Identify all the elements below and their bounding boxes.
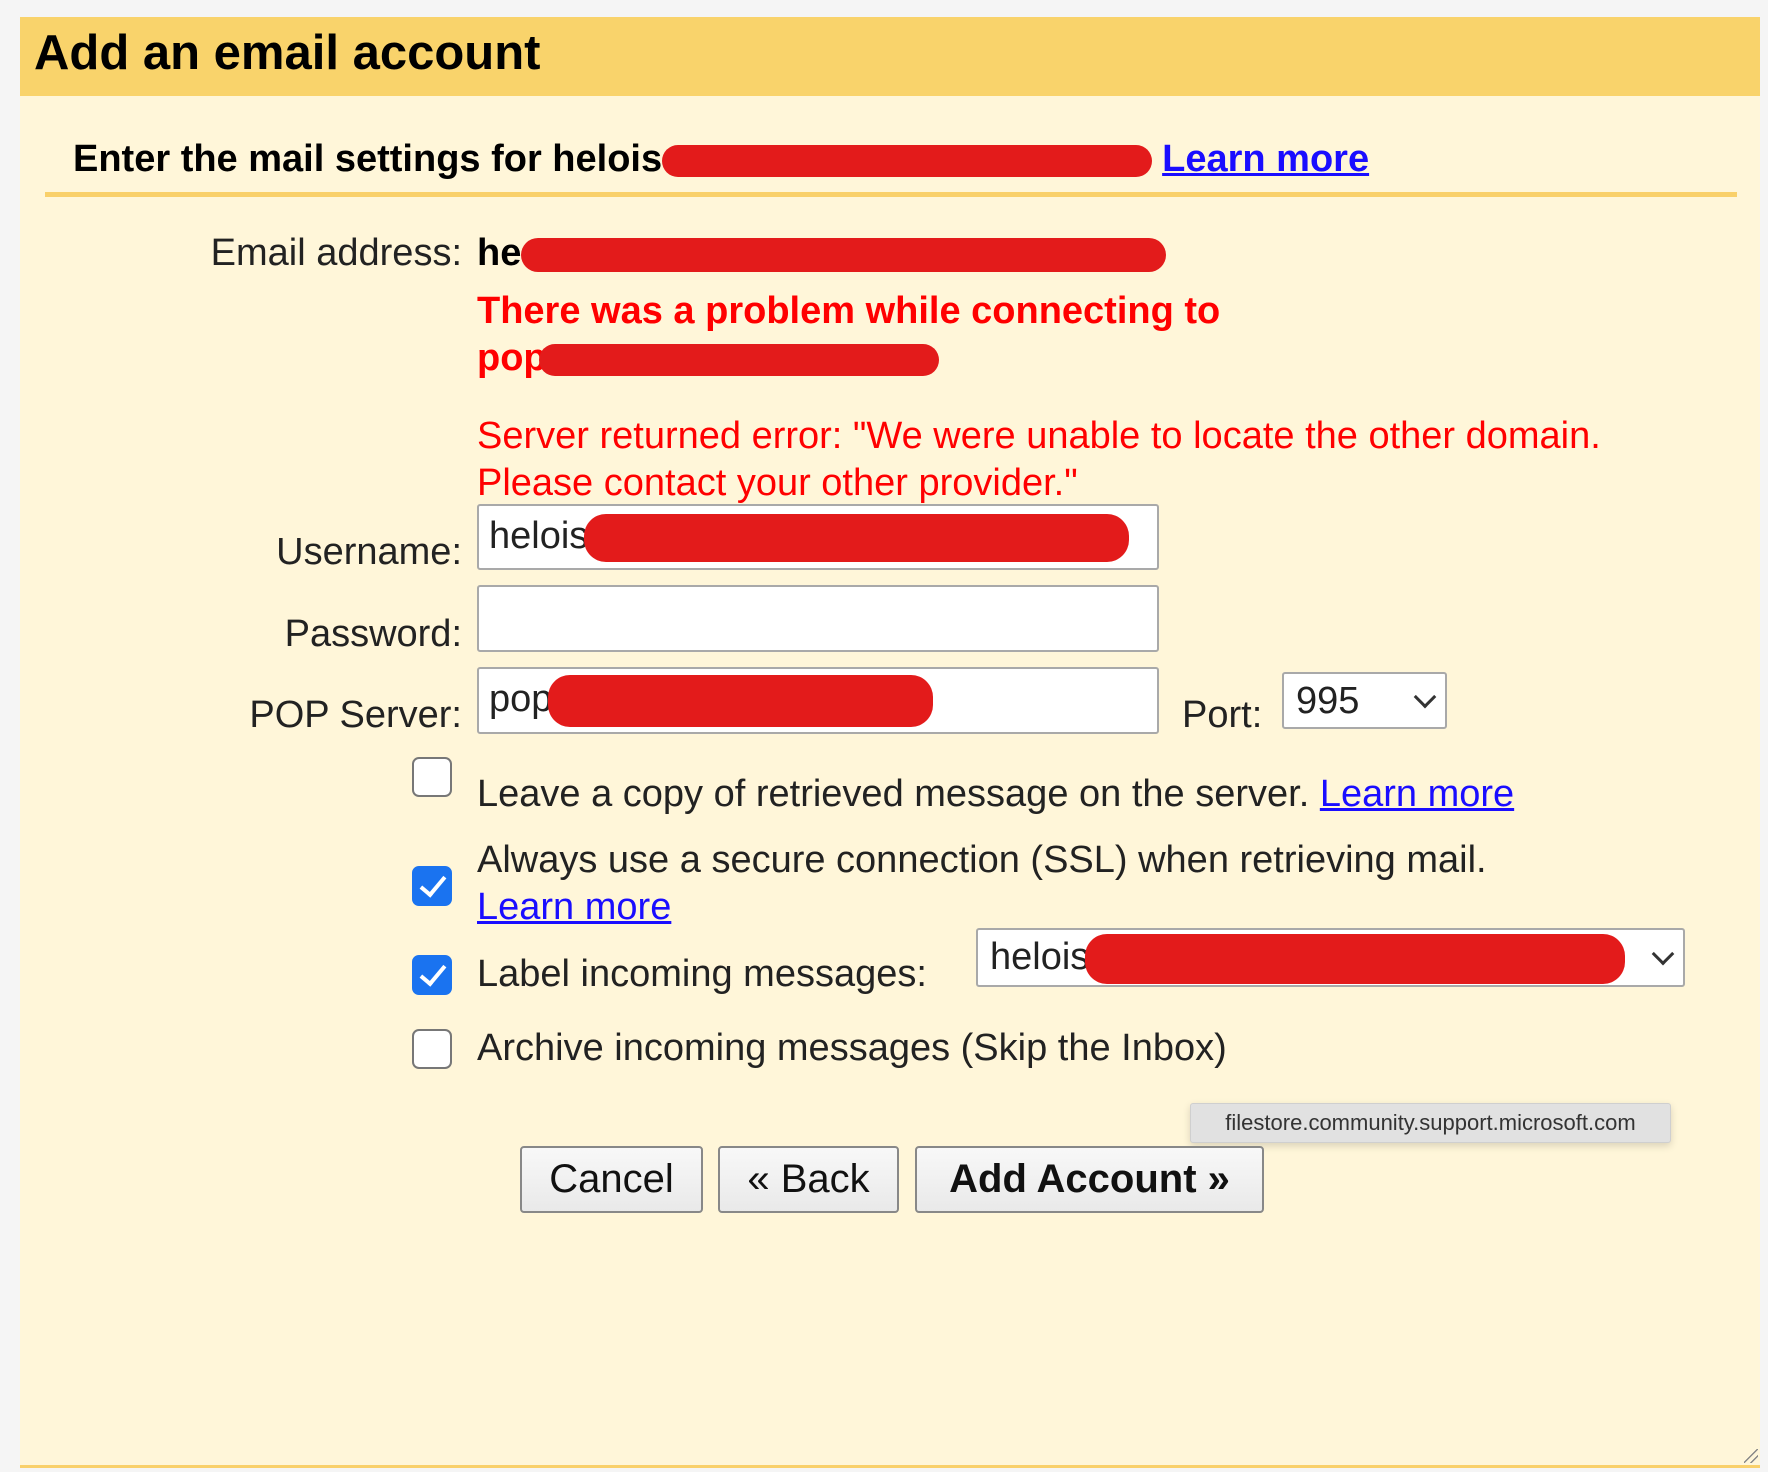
email-address-label: Email address: [210,232,462,274]
redaction-mark [1085,933,1626,984]
error-title: There was a problem while connecting to [477,290,1221,332]
leave-copy-label: Leave a copy of retrieved message on the… [477,773,1310,815]
ssl-learn-more-row: Learn more [477,886,671,929]
dialog-title: Add an email account [34,26,541,80]
learn-more-link[interactable]: Learn more [1162,138,1369,180]
port-select[interactable]: 995 [1282,672,1447,729]
port-value: 995 [1296,680,1360,722]
port-label: Port: [1182,694,1263,736]
leave-copy-row: Leave a copy of retrieved message on the… [477,773,1514,816]
leave-copy-learn-more-link[interactable]: Learn more [1320,773,1514,815]
redaction-mark [548,674,934,727]
url-tooltip: filestore.community.support.microsoft.co… [1190,1103,1671,1143]
ssl-learn-more-link[interactable]: Learn more [477,886,671,928]
email-address-text: he [477,232,522,274]
chevron-down-icon [1651,942,1675,965]
ssl-label: Always use a secure connection (SSL) whe… [477,839,1487,881]
error-detail-line1: Server returned error: "We were unable t… [477,415,1601,457]
redaction-mark [584,513,1130,562]
archive-label: Archive incoming messages (Skip the Inbo… [477,1027,1227,1069]
chevron-down-icon [1413,685,1437,708]
label-incoming-label: Label incoming messages: [477,953,927,995]
password-label: Password: [284,613,462,655]
pop-server-text: pop [489,678,553,720]
leave-copy-checkbox[interactable] [412,757,452,797]
username-text: helois [489,515,589,557]
resize-grip-icon[interactable] [1744,1449,1758,1463]
label-incoming-value: helois [990,936,1090,978]
redaction-mark [538,343,939,376]
username-input[interactable]: helois [477,504,1159,570]
ssl-checkbox[interactable] [412,866,452,906]
subtitle: Enter the mail settings for helois Learn … [73,138,1369,181]
redaction-mark [521,237,1167,272]
redaction-mark [662,144,1153,177]
username-label: Username: [276,531,462,573]
error-server-text: pop [477,337,547,379]
subtitle-text: Enter the mail settings for helois [73,138,663,180]
error-detail-line2: Please contact your other provider." [477,462,1078,504]
password-input[interactable] [477,585,1159,652]
pop-server-label: POP Server: [249,694,462,736]
email-address-value: he [477,232,1167,275]
back-button[interactable]: « Back [718,1146,899,1213]
cancel-button[interactable]: Cancel [520,1146,703,1213]
add-email-account-dialog: Add an email account Enter the mail sett… [20,17,1760,1468]
dialog-header: Add an email account [20,17,1760,96]
label-incoming-checkbox[interactable] [412,955,452,995]
add-account-button[interactable]: Add Account » [915,1146,1264,1213]
label-incoming-select[interactable]: helois [976,928,1685,987]
archive-checkbox[interactable] [412,1029,452,1069]
divider [45,192,1737,197]
pop-server-input[interactable]: pop [477,667,1159,734]
error-server: pop [477,337,939,380]
